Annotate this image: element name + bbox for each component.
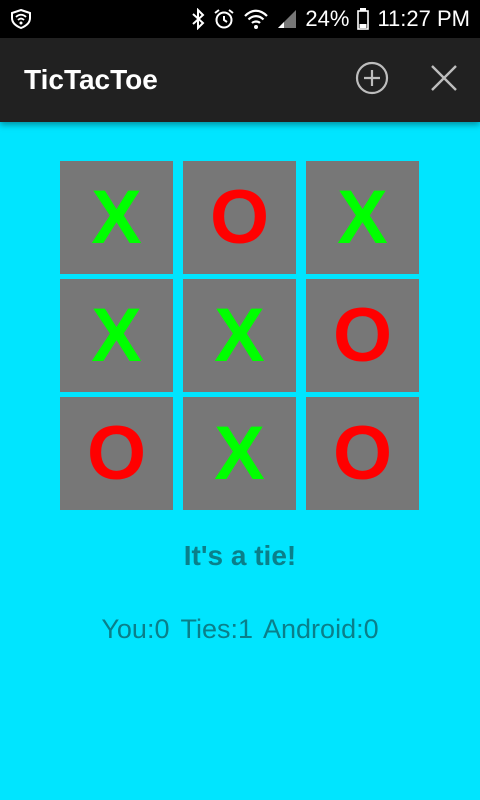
battery-percent: 24% (305, 6, 350, 31)
status-bar: 24% 11:27 PM (0, 0, 480, 38)
bluetooth-icon (191, 8, 205, 30)
battery-icon (357, 8, 370, 30)
board-cell-4[interactable]: X (60, 279, 173, 392)
game-result-text: It's a tie! (183, 540, 297, 571)
board-cell-9[interactable]: O (306, 397, 419, 510)
action-bar: TicTacToe (0, 38, 480, 122)
board-cell-6[interactable]: O (306, 279, 419, 392)
board-cell-8[interactable]: X (183, 397, 296, 510)
quit-button[interactable] (422, 58, 466, 102)
app-title: TicTacToe (24, 64, 158, 95)
board-cell-1[interactable]: X (60, 161, 173, 274)
board-cell-7[interactable]: O (60, 397, 173, 510)
alarm-icon (213, 8, 235, 30)
clock-time: 11:27 PM (377, 6, 470, 31)
game-board: X O X X X O O X O (60, 161, 419, 510)
new-game-button[interactable] (350, 58, 394, 102)
board-cell-5[interactable]: X (183, 279, 296, 392)
close-icon (429, 63, 459, 98)
signal-icon (277, 8, 297, 30)
score-text: You:0 Ties:1 Android:0 (101, 614, 379, 644)
wifi-icon (243, 8, 269, 30)
board-cell-3[interactable]: X (306, 161, 419, 274)
add-circle-icon (355, 61, 389, 100)
shield-icon (10, 9, 32, 29)
board-cell-2[interactable]: O (183, 161, 296, 274)
